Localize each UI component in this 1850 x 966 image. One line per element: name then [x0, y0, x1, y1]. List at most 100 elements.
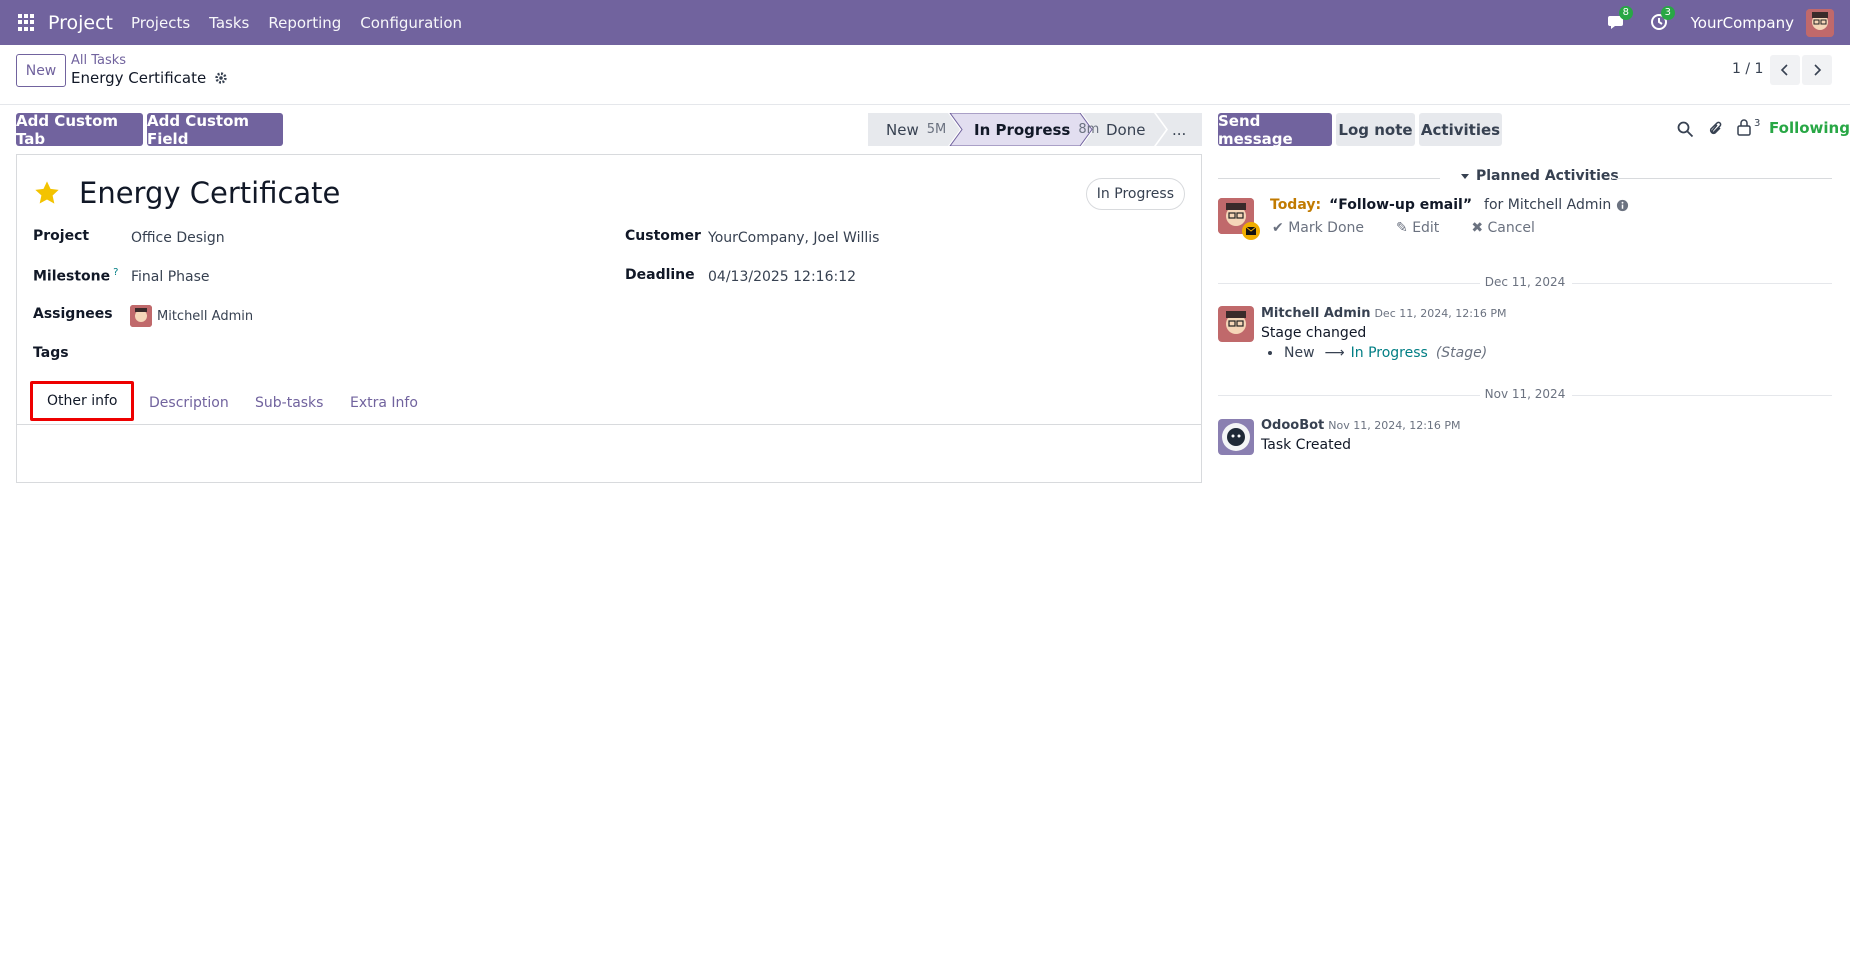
followers-button[interactable]: 3 [1736, 118, 1760, 136]
search-icon[interactable] [1676, 120, 1694, 138]
milestone-field[interactable]: Final Phase [131, 269, 210, 285]
cancel-label: Cancel [1487, 220, 1535, 236]
milestone-label-text: Milestone [33, 268, 111, 285]
assignees-label: Assignees [33, 306, 113, 322]
message-author-name[interactable]: Mitchell Admin [1261, 306, 1370, 321]
lock-icon [1737, 119, 1751, 136]
deadline-label: Deadline [625, 267, 695, 283]
gear-icon[interactable] [214, 71, 228, 85]
tags-label: Tags [33, 345, 69, 361]
mark-done-button[interactable]: ✔ Mark Done [1272, 220, 1380, 236]
activities-badge: 3 [1660, 5, 1675, 20]
stage-in-progress-duration: 8m [1078, 122, 1100, 137]
task-title[interactable]: Energy Certificate [79, 176, 340, 210]
activity-due-label: Today: [1270, 197, 1322, 213]
edit-label: Edit [1412, 220, 1440, 236]
project-field[interactable]: Office Design [131, 230, 225, 246]
message-author: Mitchell Admin Dec 11, 2024, 12:16 PM [1261, 306, 1507, 321]
following-button[interactable]: Following [1769, 119, 1850, 137]
stage-done[interactable]: Done [1106, 113, 1145, 146]
top-navbar: Project Projects Tasks Reporting Configu… [0, 0, 1850, 45]
info-icon[interactable] [1616, 199, 1629, 212]
assignee-name: Mitchell Admin [157, 308, 254, 324]
status-badge[interactable]: In Progress [1085, 178, 1185, 210]
message-avatar[interactable] [1218, 306, 1254, 342]
envelope-icon [1242, 222, 1260, 240]
breadcrumb: Energy Certificate [71, 69, 228, 87]
odoobot-avatar[interactable] [1218, 419, 1254, 455]
message-author: OdooBot Nov 11, 2024, 12:16 PM [1261, 418, 1461, 433]
tracking-new-value: In Progress [1350, 345, 1428, 361]
edit-button[interactable]: ✎ Edit [1396, 220, 1455, 236]
paperclip-icon[interactable] [1707, 120, 1725, 138]
stage-in-progress[interactable]: In Progress 8m [974, 113, 1099, 146]
tracking-value: New ⟶ In Progress (Stage) [1268, 345, 1487, 361]
customer-label: Customer [625, 228, 701, 244]
activity-actions: ✔ Mark Done ✎ Edit ✖ Cancel [1272, 220, 1567, 236]
planned-activities-label: Planned Activities [1476, 168, 1619, 184]
cancel-button[interactable]: ✖ Cancel [1471, 220, 1551, 236]
planned-activities-header[interactable]: Planned Activities [1218, 168, 1832, 188]
star-icon[interactable] [33, 179, 61, 207]
message-author-name[interactable]: OdooBot [1261, 418, 1324, 433]
menu-projects[interactable]: Projects [131, 14, 190, 32]
tab-sub-tasks[interactable]: Sub-tasks [255, 385, 323, 421]
stage-bar: New 5M In Progress 8m Done ... [868, 113, 1202, 146]
pager-next-button[interactable] [1802, 55, 1832, 85]
activity-assignee: for Mitchell Admin [1484, 197, 1612, 213]
chevron-left-icon [1780, 64, 1788, 76]
stage-in-progress-label: In Progress [974, 120, 1071, 139]
project-label: Project [33, 228, 90, 244]
app-brand[interactable]: Project [48, 12, 113, 34]
date-separator-label: Nov 11, 2024 [1484, 387, 1566, 401]
user-avatar[interactable] [1806, 8, 1834, 37]
breadcrumb-all-tasks[interactable]: All Tasks [71, 53, 126, 68]
help-icon[interactable]: ? [113, 267, 118, 278]
followers-count: 3 [1754, 118, 1761, 129]
activity-line: Today: “Follow-up email” for Mitchell Ad… [1270, 197, 1629, 213]
assignee-tag[interactable]: Mitchell Admin [130, 305, 253, 327]
apps-menu-icon[interactable] [18, 13, 36, 32]
stage-more-label: ... [1172, 120, 1187, 139]
arrow-right-icon: ⟶ [1324, 345, 1345, 361]
menu-configuration[interactable]: Configuration [360, 14, 462, 32]
messages-icon[interactable]: 8 [1607, 5, 1633, 34]
add-custom-field-button[interactable]: Add Custom Field [147, 112, 283, 148]
add-custom-tab-button[interactable]: Add Custom Tab [16, 112, 143, 148]
message-date: Dec 11, 2024, 12:16 PM [1374, 307, 1507, 320]
tracking-field-name: (Stage) [1435, 345, 1488, 361]
stage-done-label: Done [1106, 120, 1146, 139]
customer-field[interactable]: YourCompany, Joel Willis [708, 230, 879, 246]
menu-tasks[interactable]: Tasks [209, 14, 249, 32]
company-switcher[interactable]: YourCompany [1691, 14, 1794, 32]
tab-extra-info[interactable]: Extra Info [350, 385, 418, 421]
tab-description[interactable]: Description [149, 385, 229, 421]
send-message-button[interactable]: Send message [1218, 112, 1332, 148]
tracking-old-value: New [1284, 345, 1315, 361]
activities-clock-icon[interactable]: 3 [1649, 5, 1675, 34]
task-form-sheet: Energy Certificate In Progress Project O… [16, 154, 1202, 483]
date-separator: Nov 11, 2024 [1218, 387, 1832, 403]
caret-down-icon [1461, 174, 1469, 179]
stage-new[interactable]: New 5M [886, 113, 946, 146]
messages-badge: 8 [1618, 5, 1633, 20]
menu-reporting[interactable]: Reporting [268, 14, 341, 32]
planned-activities-title: Planned Activities [1460, 168, 1619, 184]
notebook-tabs: Other info Description Sub-tasks Extra I… [17, 381, 1201, 425]
pager-previous-button[interactable] [1770, 55, 1800, 85]
new-button[interactable]: New [16, 54, 66, 87]
tab-other-info[interactable]: Other info [30, 381, 135, 421]
activities-button[interactable]: Activities [1419, 113, 1502, 146]
activity-summary: “Follow-up email” [1329, 197, 1473, 213]
pager-value[interactable]: 1 / 1 [1732, 61, 1763, 77]
log-note-button[interactable]: Log note [1336, 113, 1415, 146]
message-date: Nov 11, 2024, 12:16 PM [1328, 419, 1461, 432]
stage-more[interactable]: ... [1172, 113, 1186, 146]
chevron-right-icon [1814, 64, 1822, 76]
milestone-label: Milestone? [33, 267, 118, 285]
message-body: Task Created [1261, 437, 1352, 453]
avatar [130, 305, 152, 327]
deadline-field[interactable]: 04/13/2025 12:16:12 [708, 269, 856, 285]
control-panel: New All Tasks Energy Certificate 1 / 1 [0, 45, 1850, 105]
message-body: Stage changed [1261, 325, 1367, 341]
